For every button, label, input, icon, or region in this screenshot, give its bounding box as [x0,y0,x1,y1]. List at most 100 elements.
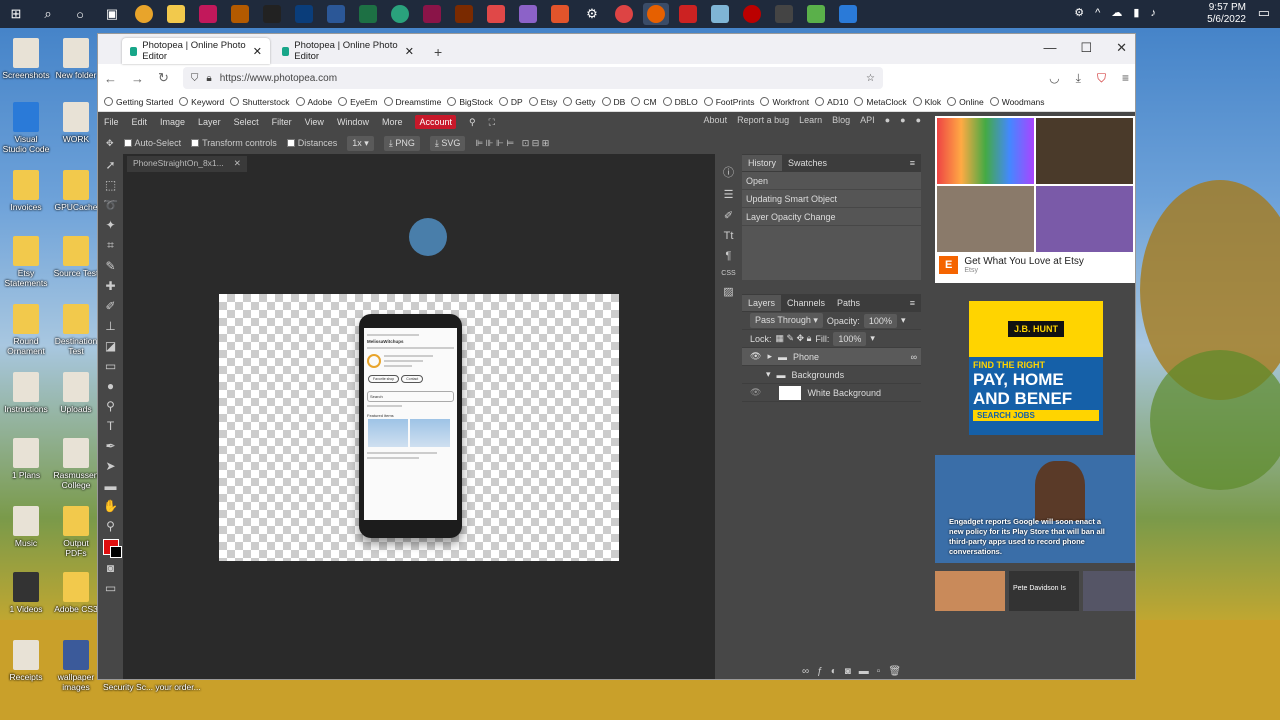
notification-icon[interactable]: ▭ [1258,5,1270,21]
menu-image[interactable]: Image [160,117,185,127]
photoshop-icon[interactable] [291,3,317,25]
davinci-icon[interactable] [771,3,797,25]
desktop-icon-destination-test[interactable]: Destination Test [52,304,100,356]
chrome-icon[interactable] [131,3,157,25]
eye-icon[interactable]: 👁︎ [750,387,761,398]
panel-menu-icon[interactable]: ≡ [904,155,921,171]
tab-paths[interactable]: Paths [831,295,866,311]
history-item[interactable]: Updating Smart Object [742,190,921,208]
link-about[interactable]: About [704,115,728,125]
document-tab[interactable]: PhoneStraightOn_8x1... ✕ [127,156,247,172]
forward-icon[interactable]: → [131,71,144,86]
expand-icon[interactable]: ▸ [767,351,772,362]
distances-checkbox[interactable]: Distances [286,138,337,148]
fill-input[interactable]: 100% [833,331,867,346]
thumb-ad-2[interactable]: Pete Davidson Is [1009,571,1079,611]
mask-icon[interactable]: ◙ [845,666,851,677]
marquee-tool-icon[interactable]: ⬚ [105,178,116,192]
cortana-icon[interactable]: ○ [67,3,93,25]
record-icon[interactable] [739,3,765,25]
bookmark-item[interactable]: Shutterstock [230,97,290,107]
brave-icon[interactable] [547,3,573,25]
browser-tab-2[interactable]: Photopea | Online Photo Editor ✕ [274,38,422,64]
bookmark-item[interactable]: Klok [912,97,941,107]
desktop-icon-gpucache[interactable]: GPUCache [52,170,100,212]
bookmark-item[interactable]: EyeEm [338,97,378,107]
link-layers-icon[interactable]: ∞ [802,666,809,677]
bookmark-item[interactable]: Woodmans [989,97,1045,107]
desktop-icon-source-test[interactable]: Source Test [52,236,100,278]
file-explorer-icon[interactable] [163,3,189,25]
desktop-icon-order[interactable]: your order... [150,682,206,692]
layer-row-white-background[interactable]: 👁︎ White Background [742,384,921,402]
illustrator-icon[interactable] [451,3,477,25]
desktop-icon-security[interactable]: Security Sc... [100,682,156,692]
menu-filter[interactable]: Filter [272,117,292,127]
path-select-tool-icon[interactable]: ➤ [105,459,115,473]
eye-icon[interactable]: 👁︎ [750,351,761,362]
link-api[interactable]: API [860,115,875,125]
desktop-icon-receipts[interactable]: Receipts [2,640,50,682]
vscode-icon[interactable] [835,3,861,25]
desktop-icon-output-pdfs[interactable]: Output PDFs [52,506,100,558]
desktop-icon-plans[interactable]: 1 Plans [2,438,50,480]
desktop-icon-screenshots[interactable]: Screenshots [2,38,50,80]
collapse-icon[interactable]: ▾ [766,369,771,380]
auto-select-checkbox[interactable]: Auto-Select [123,138,181,148]
account-button[interactable]: Account [415,115,456,129]
menu-select[interactable]: Select [234,117,259,127]
image-viewer-icon[interactable] [803,3,829,25]
bookmark-item[interactable]: DP [498,97,523,107]
properties-icon[interactable]: ☰ [724,188,734,201]
blur-tool-icon[interactable]: ● [107,379,114,393]
link-learn[interactable]: Learn [799,115,822,125]
facebook-icon[interactable]: ● [916,115,921,125]
news-ad[interactable]: Engadget reports Google will soon enact … [935,455,1135,563]
type-tool-icon[interactable]: T [107,419,114,433]
photos-icon[interactable] [515,3,541,25]
reload-icon[interactable]: ↻ [158,70,169,86]
globe-icon[interactable] [387,3,413,25]
hand-tool-icon[interactable]: ✋ [103,499,118,513]
desktop-icon-work[interactable]: WORK [52,102,100,144]
system-tray[interactable]: ⚙ ^ ☁ ▮ ♪ [1074,6,1160,19]
firefox-icon[interactable] [643,3,669,25]
move-tool-icon[interactable]: ➚ [105,158,115,172]
bookmark-item[interactable]: Keyword [179,97,224,107]
transform-controls-checkbox[interactable]: Transform controls [191,138,277,148]
mail-icon[interactable] [483,3,509,25]
bookmark-item[interactable]: DBLO [662,97,698,107]
desktop-icon-new-folder[interactable]: New folder [52,38,100,80]
panel-menu-icon[interactable]: ≡ [904,295,921,311]
layer-row-backgrounds[interactable]: ▾ ▬ Backgrounds [742,366,921,384]
tab-swatches[interactable]: Swatches [782,155,833,171]
opacity-dropdown-icon[interactable]: ▾ [901,315,906,326]
trash-icon[interactable]: 🗑︎ [888,666,901,677]
bookmark-item[interactable]: FootPrints [703,97,754,107]
zoom-tool-icon[interactable]: ⚲ [106,519,115,533]
phone-mockup[interactable]: MelissaWitchups Favorite shop Contact Sea… [359,314,462,538]
bookmark-item[interactable]: MetaClock [854,97,907,107]
screen-mode-icon[interactable]: ▭ [105,581,116,595]
document-canvas[interactable]: MelissaWitchups Favorite shop Contact Sea… [219,294,619,561]
notes-icon[interactable] [707,3,733,25]
bookmark-item[interactable]: DB [601,97,625,107]
desktop-icon-wallpaper[interactable]: wallpaper images [52,640,100,692]
paragraph-icon[interactable]: ¶ [726,250,732,262]
blend-mode-select[interactable]: Pass Through ▾ [750,313,823,328]
desktop-icon-music[interactable]: Music [2,506,50,548]
new-tab-icon[interactable]: + [426,44,450,64]
bridge-cc-icon[interactable] [259,3,285,25]
fullscreen-icon[interactable]: ⛶ [489,117,495,128]
windows-start-icon[interactable]: ⊞ [3,3,29,25]
effects-icon[interactable]: ƒ [817,666,823,677]
bridge-icon[interactable] [227,3,253,25]
menu-more[interactable]: More [382,117,403,127]
history-item[interactable]: Open [742,172,921,190]
thumb-ad-1[interactable] [935,571,1005,611]
menu-view[interactable]: View [305,117,324,127]
excel-icon[interactable] [355,3,381,25]
link-report-a-bug[interactable]: Report a bug [737,115,789,125]
twitter-icon[interactable]: ● [900,115,905,125]
desktop-icon-uploads[interactable]: Uploads [52,372,100,414]
